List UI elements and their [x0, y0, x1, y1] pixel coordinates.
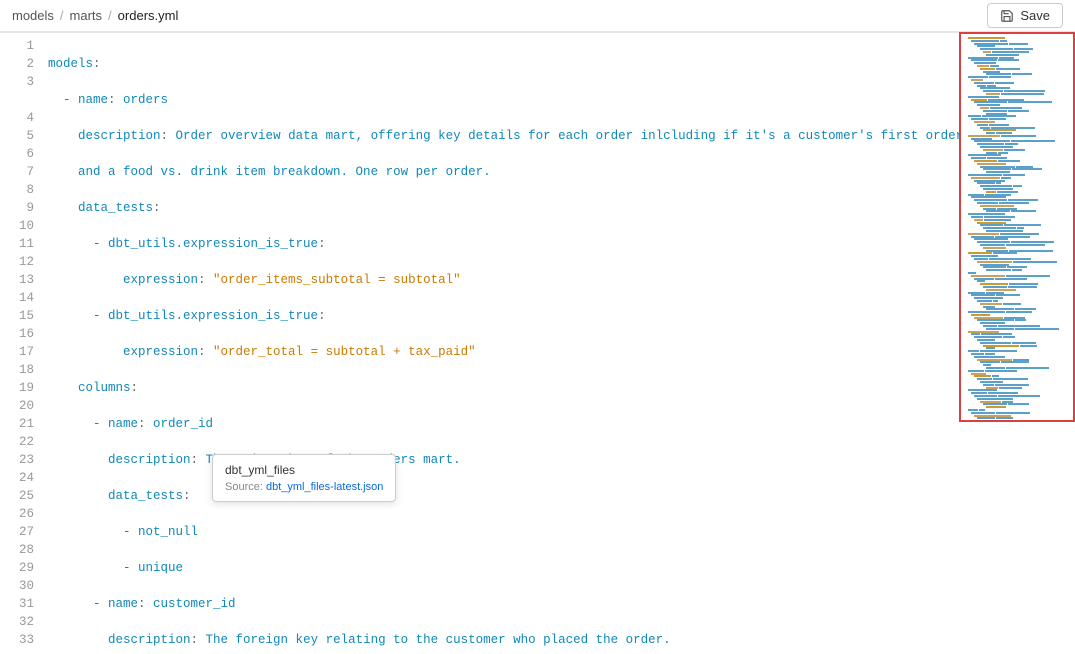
breadcrumb-part-1[interactable]: marts	[70, 8, 103, 23]
breadcrumb-sep: /	[108, 8, 112, 23]
breadcrumb-file[interactable]: orders.yml	[118, 8, 179, 23]
code-area[interactable]: models: - name: orders description: Orde…	[48, 33, 1075, 654]
hover-tooltip: dbt_yml_files Source: dbt_yml_files-late…	[212, 454, 396, 502]
save-icon	[1000, 9, 1014, 23]
breadcrumb-sep: /	[60, 8, 64, 23]
tooltip-source: Source: dbt_yml_files-latest.json	[225, 481, 383, 493]
save-button[interactable]: Save	[987, 3, 1063, 28]
minimap-content	[961, 34, 1073, 422]
tooltip-title: dbt_yml_files	[225, 463, 383, 477]
tooltip-source-link[interactable]: dbt_yml_files-latest.json	[266, 481, 383, 493]
line-gutter: 1234567891011121314151617181920212223242…	[0, 33, 48, 654]
breadcrumb: models / marts / orders.yml	[12, 8, 178, 23]
minimap[interactable]	[959, 32, 1075, 422]
topbar: models / marts / orders.yml Save	[0, 0, 1075, 32]
code-editor[interactable]: 1234567891011121314151617181920212223242…	[0, 32, 1075, 654]
breadcrumb-part-0[interactable]: models	[12, 8, 54, 23]
save-button-label: Save	[1020, 8, 1050, 23]
